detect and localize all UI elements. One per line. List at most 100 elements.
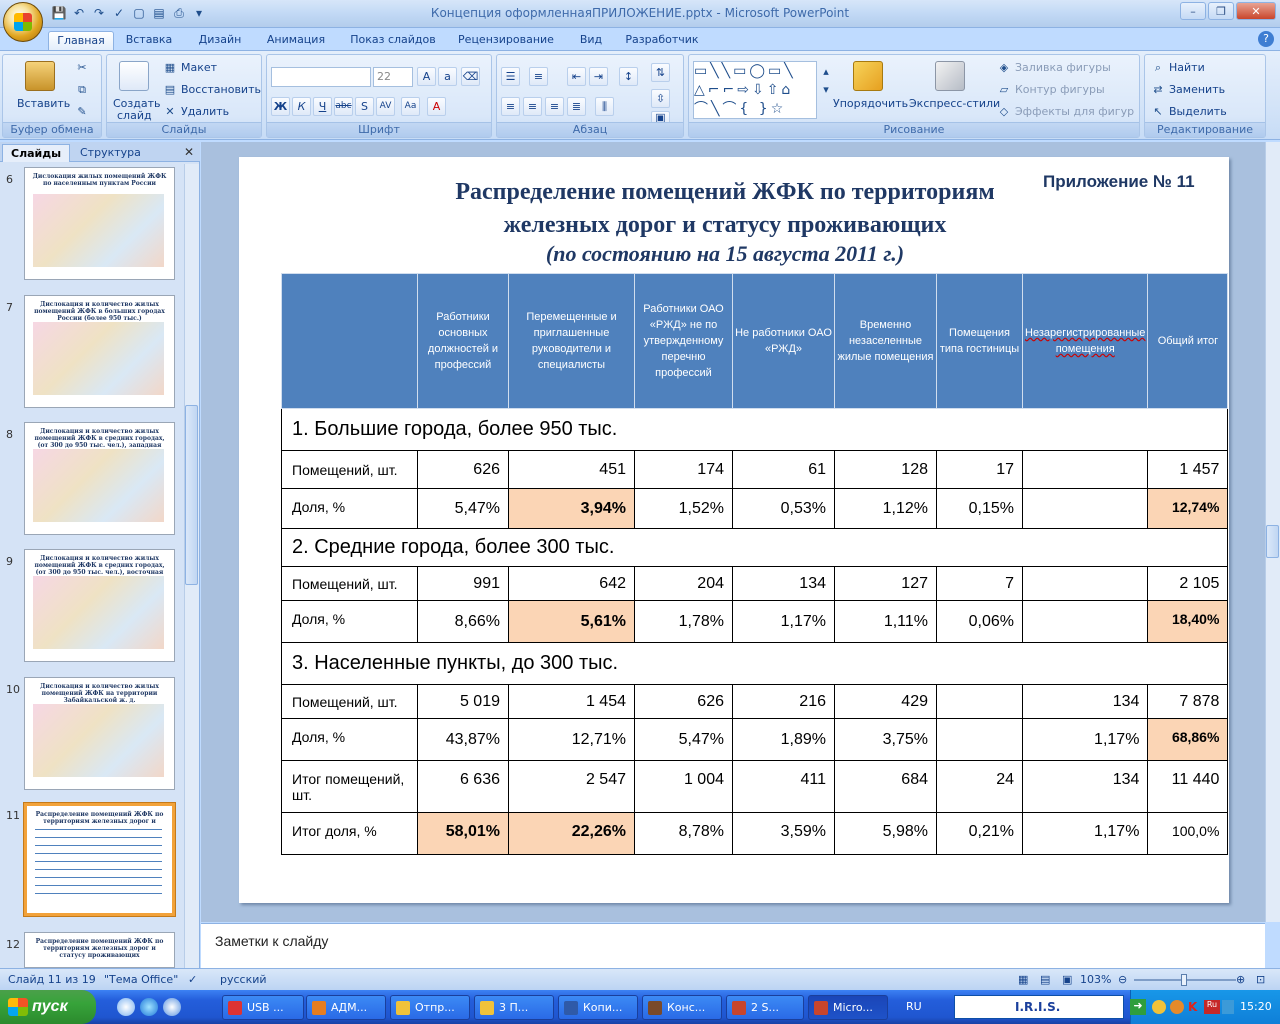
section-title-cell[interactable]: 3. Населенные пункты, до 300 тыс. [280, 642, 1229, 685]
total-value-cell[interactable]: 58,01% [417, 812, 509, 855]
shape-outline-button[interactable]: Контур фигуры [1015, 83, 1105, 96]
slideshow-view-icon[interactable]: ▣ [1062, 973, 1072, 986]
tray-volume-icon[interactable] [1222, 1000, 1234, 1014]
sorter-view-icon[interactable]: ▤ [1040, 973, 1050, 986]
help-icon[interactable]: ? [1258, 31, 1274, 47]
taskbar-item[interactable]: 2 S... [726, 995, 804, 1020]
value-cell[interactable]: 5 019 [417, 684, 509, 719]
taskbar-item[interactable]: USB ... [222, 995, 304, 1020]
slide-thumbnail[interactable]: Дислокация и количество жилых помещений … [24, 549, 175, 662]
arrange-icon[interactable] [853, 61, 883, 91]
tab-animation[interactable]: Анимация [258, 31, 334, 50]
total-label-cell[interactable]: Итог помещений, шт. [281, 760, 418, 813]
tab-view[interactable]: Вид [568, 31, 614, 50]
case-icon[interactable]: Aa [401, 97, 420, 116]
align-center-icon[interactable]: ≡ [523, 97, 542, 116]
gallery-down-icon[interactable]: ▾ [819, 83, 833, 97]
value-cell[interactable] [936, 718, 1023, 761]
text-direction-icon[interactable]: ⇅ [651, 63, 670, 82]
value-cell[interactable]: 127 [834, 566, 937, 601]
kaspersky-icon[interactable]: K [1188, 1000, 1202, 1014]
tab-slides[interactable]: Слайды [2, 144, 71, 162]
value-cell[interactable] [1021, 450, 1149, 489]
zoom-level[interactable]: 103% [1080, 973, 1111, 986]
value-cell[interactable] [1021, 488, 1149, 529]
font-name-combo[interactable] [271, 67, 371, 87]
ie-icon[interactable] [140, 998, 158, 1016]
total-value-cell[interactable]: 0,21% [936, 812, 1023, 855]
theme-name[interactable]: "Тема Office" [104, 973, 178, 986]
bullets-icon[interactable]: ☰ [501, 67, 520, 86]
paste-icon[interactable] [25, 61, 55, 91]
bold-icon[interactable]: Ж [271, 97, 290, 116]
normal-view-icon[interactable]: ▦ [1018, 973, 1028, 986]
value-cell[interactable]: 43,87% [417, 718, 509, 761]
section-title-cell[interactable]: 2. Средние города, более 300 тыс. [280, 528, 1229, 567]
shrink-font-icon[interactable]: a [438, 67, 457, 86]
replace-button[interactable]: Заменить [1169, 83, 1225, 96]
find-button[interactable]: Найти [1169, 61, 1205, 74]
value-cell[interactable]: 1 454 [508, 684, 635, 719]
value-cell[interactable]: 17 [936, 450, 1023, 489]
value-cell[interactable] [1021, 566, 1149, 601]
value-cell[interactable]: 0,15% [936, 488, 1023, 529]
taskbar-item[interactable]: Копи... [558, 995, 638, 1020]
value-cell[interactable]: 642 [508, 566, 635, 601]
maximize-button[interactable]: ❐ [1208, 2, 1234, 20]
paste-button[interactable]: Вставить [17, 97, 70, 110]
clear-format-icon[interactable]: ⌫ [461, 67, 480, 86]
close-button[interactable]: ✕ [1236, 2, 1276, 20]
spell-check-status-icon[interactable]: ✓ [188, 973, 197, 986]
numbering-icon[interactable]: ≡ [529, 67, 548, 86]
font-color-icon[interactable]: A [427, 97, 446, 116]
slide-thumbnail[interactable]: Дислокация и количество жилых помещений … [24, 295, 175, 408]
close-pane-icon[interactable]: ✕ [184, 145, 194, 159]
value-cell[interactable]: 134 [1021, 684, 1149, 719]
increase-indent-icon[interactable]: ⇥ [589, 67, 608, 86]
value-cell[interactable]: 12,71% [508, 718, 635, 761]
header-cell[interactable]: Не работники ОАО «РЖД» [732, 273, 835, 409]
row-label-cell[interactable]: Доля, % [281, 600, 418, 643]
total-value-cell[interactable]: 1 004 [634, 760, 733, 813]
total-value-cell[interactable]: 411 [732, 760, 835, 813]
grow-font-icon[interactable]: A [417, 67, 436, 86]
row-label-cell[interactable]: Доля, % [281, 718, 418, 761]
justify-icon[interactable]: ≣ [567, 97, 586, 116]
value-cell[interactable]: 2 105 [1147, 566, 1229, 601]
tab-review[interactable]: Рецензирование [452, 31, 560, 50]
tray-ru-icon[interactable]: Ru [1204, 1000, 1220, 1014]
slide-thumbnail[interactable]: Дислокация жилых помещений ЖФК по населе… [24, 167, 175, 280]
arrange-button[interactable]: Упорядочить [833, 97, 908, 110]
value-cell[interactable] [936, 684, 1023, 719]
header-cell[interactable]: Работники основных должностей и професси… [417, 273, 509, 409]
section-title-cell[interactable]: 1. Большие города, более 950 тыс. [280, 408, 1229, 451]
tab-design[interactable]: Дизайн [190, 31, 250, 50]
total-value-cell[interactable]: 8,78% [634, 812, 733, 855]
shape-fill-button[interactable]: Заливка фигуры [1015, 61, 1111, 74]
fit-slide-icon[interactable]: ⊡ [1256, 973, 1265, 986]
header-cell[interactable]: Незарегистрированные помещения [1021, 273, 1149, 409]
value-cell[interactable]: 5,61% [508, 600, 635, 643]
language-status[interactable]: русский [220, 973, 267, 986]
value-cell[interactable]: 1,52% [634, 488, 733, 529]
value-cell[interactable]: 5,47% [634, 718, 733, 761]
value-cell[interactable]: 3,94% [508, 488, 635, 529]
office-button[interactable] [3, 2, 43, 42]
value-cell[interactable]: 5,47% [417, 488, 509, 529]
value-cell[interactable]: 8,66% [417, 600, 509, 643]
value-cell[interactable]: 61 [732, 450, 835, 489]
align-left-icon[interactable]: ≡ [501, 97, 520, 116]
strikethrough-icon[interactable]: abc [334, 97, 353, 116]
value-cell[interactable]: 134 [732, 566, 835, 601]
tray-app-icon[interactable] [1170, 1000, 1184, 1014]
value-cell[interactable]: 1,89% [732, 718, 835, 761]
value-cell[interactable]: 128 [834, 450, 937, 489]
value-cell[interactable]: 626 [417, 450, 509, 489]
value-cell[interactable]: 7 [936, 566, 1023, 601]
total-value-cell[interactable]: 1,17% [1021, 812, 1149, 855]
quick-styles-button[interactable]: Экспресс-стили [909, 97, 1000, 110]
header-corner-cell[interactable] [281, 273, 418, 409]
shape-effects-button[interactable]: Эффекты для фигур [1015, 105, 1134, 118]
notes-pane[interactable]: Заметки к слайду [201, 923, 1265, 968]
workspace-scroll-thumb[interactable] [1266, 525, 1279, 558]
